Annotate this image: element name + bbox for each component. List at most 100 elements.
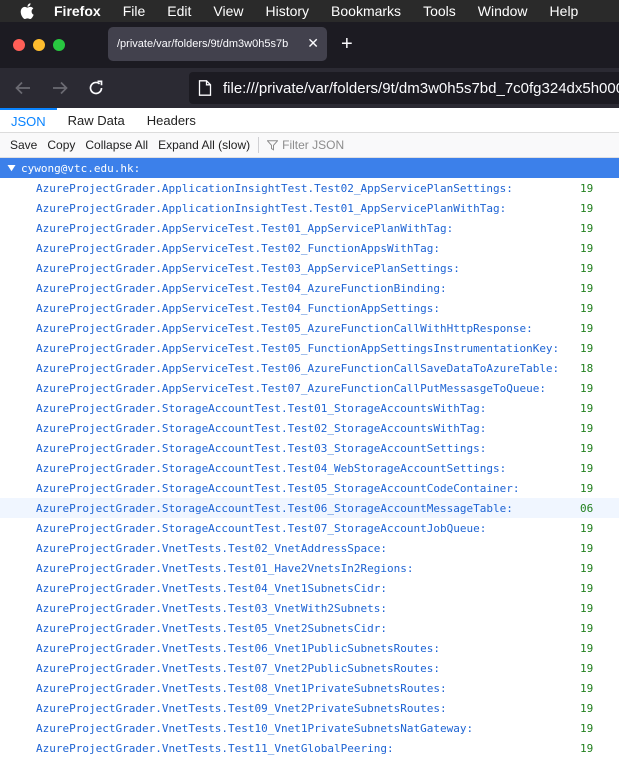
json-row[interactable]: AzureProjectGrader.VnetTests.Test03_Vnet… bbox=[0, 598, 619, 618]
json-row[interactable]: AzureProjectGrader.AppServiceTest.Test02… bbox=[0, 238, 619, 258]
json-key: AzureProjectGrader.StorageAccountTest.Te… bbox=[36, 441, 487, 455]
url-text: file:///private/var/folders/9t/dm3w0h5s7… bbox=[223, 79, 619, 97]
json-value: 19 bbox=[580, 661, 594, 675]
json-root-row[interactable]: cywong@vtc.edu.hk: bbox=[0, 158, 619, 178]
json-row[interactable]: AzureProjectGrader.AppServiceTest.Test04… bbox=[0, 278, 619, 298]
json-row[interactable]: AzureProjectGrader.AppServiceTest.Test05… bbox=[0, 338, 619, 358]
menu-tools[interactable]: Tools bbox=[423, 3, 456, 19]
json-row[interactable]: AzureProjectGrader.AppServiceTest.Test05… bbox=[0, 318, 619, 338]
apple-logo-icon[interactable] bbox=[20, 3, 36, 19]
json-key: AzureProjectGrader.AppServiceTest.Test07… bbox=[36, 381, 546, 395]
tab-close-icon[interactable]: ✕ bbox=[307, 36, 319, 50]
json-row[interactable]: AzureProjectGrader.AppServiceTest.Test03… bbox=[0, 258, 619, 278]
json-rows: AzureProjectGrader.ApplicationInsightTes… bbox=[0, 178, 619, 758]
json-value: 06 bbox=[580, 501, 594, 515]
json-row[interactable]: AzureProjectGrader.VnetTests.Test05_Vnet… bbox=[0, 618, 619, 638]
json-key: AzureProjectGrader.AppServiceTest.Test04… bbox=[36, 301, 440, 315]
menu-help[interactable]: Help bbox=[550, 3, 579, 19]
json-key: AzureProjectGrader.AppServiceTest.Test01… bbox=[36, 221, 454, 235]
json-value: 19 bbox=[580, 621, 594, 635]
json-row[interactable]: AzureProjectGrader.VnetTests.Test08_Vnet… bbox=[0, 678, 619, 698]
save-button[interactable]: Save bbox=[10, 138, 37, 152]
json-row[interactable]: AzureProjectGrader.VnetTests.Test04_Vnet… bbox=[0, 578, 619, 598]
json-row[interactable]: AzureProjectGrader.VnetTests.Test09_Vnet… bbox=[0, 698, 619, 718]
json-value: 19 bbox=[580, 321, 594, 335]
json-row[interactable]: AzureProjectGrader.AppServiceTest.Test04… bbox=[0, 298, 619, 318]
json-key: AzureProjectGrader.StorageAccountTest.Te… bbox=[36, 461, 507, 475]
json-key: AzureProjectGrader.StorageAccountTest.Te… bbox=[36, 481, 520, 495]
json-row[interactable]: AzureProjectGrader.StorageAccountTest.Te… bbox=[0, 418, 619, 438]
json-value: 19 bbox=[580, 481, 594, 495]
forward-arrow-icon[interactable] bbox=[51, 79, 69, 97]
tab-json[interactable]: JSON bbox=[0, 108, 57, 132]
json-key: AzureProjectGrader.StorageAccountTest.Te… bbox=[36, 501, 513, 515]
json-value: 19 bbox=[580, 441, 594, 455]
menu-view[interactable]: View bbox=[213, 3, 243, 19]
json-value: 19 bbox=[580, 561, 594, 575]
navigation-bar: file:///private/var/folders/9t/dm3w0h5s7… bbox=[0, 68, 619, 108]
expand-all-button[interactable]: Expand All (slow) bbox=[158, 138, 250, 152]
json-row[interactable]: AzureProjectGrader.VnetTests.Test06_Vnet… bbox=[0, 638, 619, 658]
filter-placeholder: Filter JSON bbox=[282, 138, 345, 152]
window-minimize-button[interactable] bbox=[33, 39, 45, 51]
json-value: 19 bbox=[580, 521, 594, 535]
json-key: AzureProjectGrader.ApplicationInsightTes… bbox=[36, 201, 507, 215]
copy-button[interactable]: Copy bbox=[47, 138, 75, 152]
menu-edit[interactable]: Edit bbox=[167, 3, 191, 19]
json-key: AzureProjectGrader.VnetTests.Test09_Vnet… bbox=[36, 701, 447, 715]
reload-icon[interactable] bbox=[87, 79, 105, 97]
json-row[interactable]: AzureProjectGrader.AppServiceTest.Test07… bbox=[0, 378, 619, 398]
json-row[interactable]: AzureProjectGrader.AppServiceTest.Test06… bbox=[0, 358, 619, 378]
tab-raw-data[interactable]: Raw Data bbox=[57, 108, 136, 132]
browser-tab[interactable]: /private/var/folders/9t/dm3w0h5s7b ✕ bbox=[108, 27, 327, 61]
json-value: 19 bbox=[580, 241, 594, 255]
json-key: AzureProjectGrader.AppServiceTest.Test03… bbox=[36, 261, 460, 275]
back-arrow-icon[interactable] bbox=[14, 79, 32, 97]
menu-history[interactable]: History bbox=[265, 3, 309, 19]
json-row[interactable]: AzureProjectGrader.AppServiceTest.Test01… bbox=[0, 218, 619, 238]
menu-file[interactable]: File bbox=[123, 3, 146, 19]
json-value: 19 bbox=[580, 221, 594, 235]
url-bar[interactable]: file:///private/var/folders/9t/dm3w0h5s7… bbox=[189, 72, 619, 104]
json-key: AzureProjectGrader.StorageAccountTest.Te… bbox=[36, 421, 487, 435]
json-row[interactable]: AzureProjectGrader.VnetTests.Test02_Vnet… bbox=[0, 538, 619, 558]
json-row[interactable]: AzureProjectGrader.StorageAccountTest.Te… bbox=[0, 438, 619, 458]
expand-twisty-icon[interactable] bbox=[7, 163, 17, 173]
json-key: AzureProjectGrader.VnetTests.Test04_Vnet… bbox=[36, 581, 387, 595]
window-close-button[interactable] bbox=[13, 39, 25, 51]
json-key: AzureProjectGrader.VnetTests.Test03_Vnet… bbox=[36, 601, 387, 615]
json-value: 18 bbox=[580, 361, 594, 375]
json-row[interactable]: AzureProjectGrader.StorageAccountTest.Te… bbox=[0, 518, 619, 538]
json-row[interactable]: AzureProjectGrader.StorageAccountTest.Te… bbox=[0, 398, 619, 418]
json-row[interactable]: AzureProjectGrader.VnetTests.Test10_Vnet… bbox=[0, 718, 619, 738]
json-row[interactable]: AzureProjectGrader.StorageAccountTest.Te… bbox=[0, 478, 619, 498]
new-tab-button[interactable]: + bbox=[341, 34, 353, 54]
json-key: AzureProjectGrader.VnetTests.Test06_Vnet… bbox=[36, 641, 440, 655]
window-maximize-button[interactable] bbox=[53, 39, 65, 51]
json-value: 19 bbox=[580, 601, 594, 615]
json-key: AzureProjectGrader.AppServiceTest.Test02… bbox=[36, 241, 440, 255]
root-key: cywong@vtc.edu.hk: bbox=[21, 161, 141, 175]
tab-headers[interactable]: Headers bbox=[136, 108, 207, 132]
json-row[interactable]: AzureProjectGrader.StorageAccountTest.Te… bbox=[0, 458, 619, 478]
json-value: 19 bbox=[580, 381, 594, 395]
json-row[interactable]: AzureProjectGrader.VnetTests.Test01_Have… bbox=[0, 558, 619, 578]
json-value: 19 bbox=[580, 741, 594, 755]
json-key: AzureProjectGrader.VnetTests.Test08_Vnet… bbox=[36, 681, 447, 695]
json-key: AzureProjectGrader.VnetTests.Test10_Vnet… bbox=[36, 721, 474, 735]
menu-window[interactable]: Window bbox=[478, 3, 528, 19]
menu-bookmarks[interactable]: Bookmarks bbox=[331, 3, 401, 19]
json-row[interactable]: AzureProjectGrader.VnetTests.Test07_Vnet… bbox=[0, 658, 619, 678]
json-row[interactable]: AzureProjectGrader.ApplicationInsightTes… bbox=[0, 178, 619, 198]
tab-title: /private/var/folders/9t/dm3w0h5s7b bbox=[117, 38, 289, 50]
json-row[interactable]: AzureProjectGrader.ApplicationInsightTes… bbox=[0, 198, 619, 218]
json-row[interactable]: AzureProjectGrader.VnetTests.Test11_Vnet… bbox=[0, 738, 619, 758]
menu-app-firefox[interactable]: Firefox bbox=[54, 3, 101, 19]
json-key: AzureProjectGrader.AppServiceTest.Test04… bbox=[36, 281, 447, 295]
filter-json-input[interactable]: Filter JSON bbox=[267, 138, 344, 152]
json-value: 19 bbox=[580, 721, 594, 735]
tab-strip: /private/var/folders/9t/dm3w0h5s7b ✕ + bbox=[0, 22, 619, 68]
json-key: AzureProjectGrader.VnetTests.Test02_Vnet… bbox=[36, 541, 387, 555]
json-row[interactable]: AzureProjectGrader.StorageAccountTest.Te… bbox=[0, 498, 619, 518]
collapse-all-button[interactable]: Collapse All bbox=[85, 138, 148, 152]
